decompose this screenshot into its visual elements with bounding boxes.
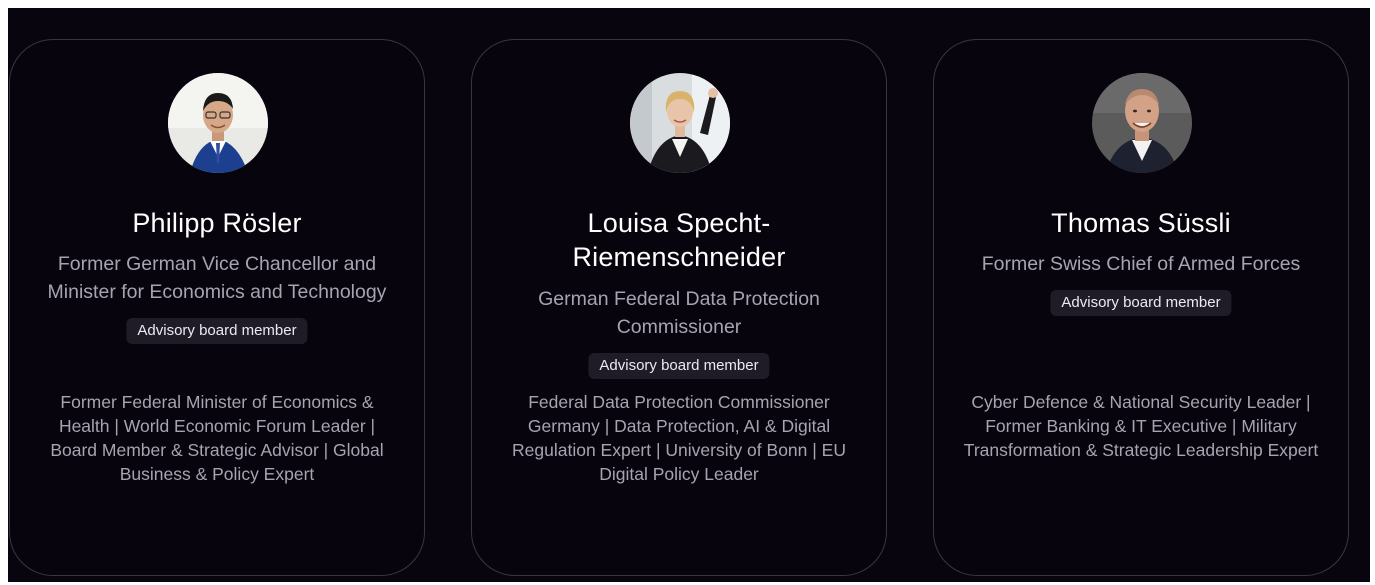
advisory-board-badge: Advisory board member — [1050, 290, 1232, 316]
member-title: German Federal Data Protection Commissio… — [538, 288, 820, 338]
member-title: Former German Vice Chancellor and Minist… — [47, 253, 387, 303]
member-name: Louisa Specht-Riemenschneider — [572, 208, 786, 272]
member-name: Philipp Rösler — [132, 208, 302, 238]
advisory-board-badge: Advisory board member — [126, 318, 308, 344]
portrait-photo-icon — [168, 73, 268, 173]
member-bio: Cyber Defence & National Security Leader… — [963, 392, 1319, 460]
member-bio: Former Federal Minister of Economics & H… — [50, 392, 384, 484]
avatar — [1092, 73, 1192, 173]
advisory-board-section: Philipp Rösler Former German Vice Chance… — [8, 8, 1370, 582]
portrait-photo-icon — [1092, 73, 1192, 173]
member-card: Philipp Rösler Former German Vice Chance… — [9, 39, 425, 576]
member-card: Thomas Süssli Former Swiss Chief of Arme… — [933, 39, 1349, 576]
member-name: Thomas Süssli — [1051, 208, 1231, 238]
member-bio: Federal Data Protection Commissioner Ger… — [512, 392, 846, 484]
avatar — [630, 73, 730, 173]
member-title: Former Swiss Chief of Armed Forces — [981, 253, 1301, 275]
member-card: Louisa Specht-Riemenschneider German Fed… — [471, 39, 887, 576]
avatar — [168, 73, 268, 173]
portrait-photo-icon — [630, 73, 730, 173]
advisory-board-badge: Advisory board member — [588, 353, 770, 379]
